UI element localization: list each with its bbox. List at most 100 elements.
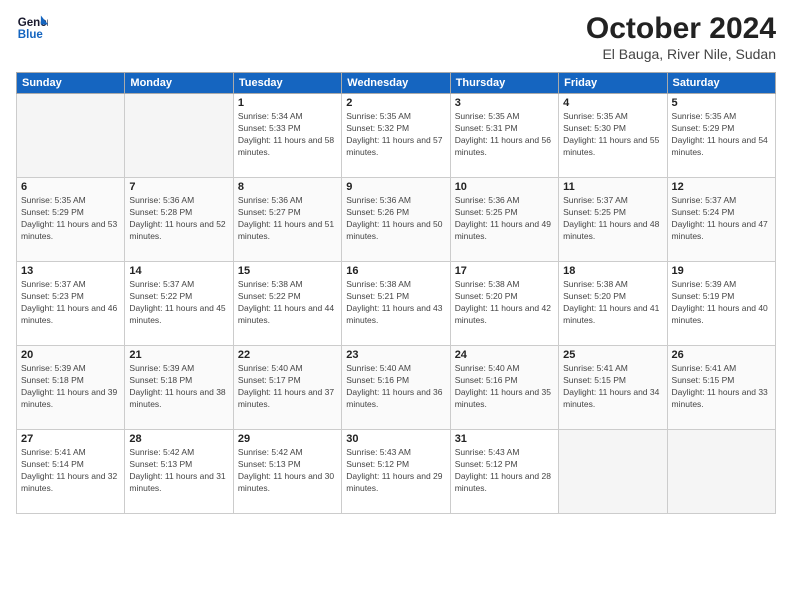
day-number: 26: [672, 349, 771, 361]
day-info: Sunrise: 5:37 AM Sunset: 5:22 PM Dayligh…: [129, 279, 228, 327]
col-thursday: Thursday: [450, 73, 558, 94]
day-info: Sunrise: 5:40 AM Sunset: 5:17 PM Dayligh…: [238, 363, 337, 411]
day-info: Sunrise: 5:37 AM Sunset: 5:25 PM Dayligh…: [563, 195, 662, 243]
day-number: 2: [346, 97, 445, 109]
table-row: 12 Sunrise: 5:37 AM Sunset: 5:24 PM Dayli…: [667, 178, 775, 262]
day-number: 25: [563, 349, 662, 361]
table-row: 5 Sunrise: 5:35 AM Sunset: 5:29 PM Daylig…: [667, 94, 775, 178]
day-info: Sunrise: 5:43 AM Sunset: 5:12 PM Dayligh…: [455, 447, 554, 495]
table-row: 26 Sunrise: 5:41 AM Sunset: 5:15 PM Dayli…: [667, 346, 775, 430]
day-number: 12: [672, 181, 771, 193]
table-row: 19 Sunrise: 5:39 AM Sunset: 5:19 PM Dayli…: [667, 262, 775, 346]
col-friday: Friday: [559, 73, 667, 94]
calendar-header-row: Sunday Monday Tuesday Wednesday Thursday…: [17, 73, 776, 94]
day-info: Sunrise: 5:36 AM Sunset: 5:28 PM Dayligh…: [129, 195, 228, 243]
col-wednesday: Wednesday: [342, 73, 450, 94]
table-row: [667, 430, 775, 514]
day-number: 21: [129, 349, 228, 361]
table-row: 7 Sunrise: 5:36 AM Sunset: 5:28 PM Daylig…: [125, 178, 233, 262]
table-row: 16 Sunrise: 5:38 AM Sunset: 5:21 PM Dayli…: [342, 262, 450, 346]
col-tuesday: Tuesday: [233, 73, 341, 94]
day-number: 15: [238, 265, 337, 277]
day-number: 30: [346, 433, 445, 445]
month-title: October 2024: [586, 12, 776, 46]
table-row: 28Sunrise: 5:42 AM Sunset: 5:13 PM Dayli…: [125, 430, 233, 514]
table-row: [17, 94, 125, 178]
day-info: Sunrise: 5:38 AM Sunset: 5:20 PM Dayligh…: [455, 279, 554, 327]
day-info: Sunrise: 5:38 AM Sunset: 5:22 PM Dayligh…: [238, 279, 337, 327]
day-info: Sunrise: 5:36 AM Sunset: 5:25 PM Dayligh…: [455, 195, 554, 243]
logo-icon: General Blue: [16, 12, 48, 44]
day-info: Sunrise: 5:38 AM Sunset: 5:21 PM Dayligh…: [346, 279, 445, 327]
table-row: 18 Sunrise: 5:38 AM Sunset: 5:20 PM Dayli…: [559, 262, 667, 346]
table-row: 17 Sunrise: 5:38 AM Sunset: 5:20 PM Dayli…: [450, 262, 558, 346]
day-info: Sunrise: 5:41 AM Sunset: 5:15 PM Dayligh…: [672, 363, 771, 411]
col-monday: Monday: [125, 73, 233, 94]
day-number: 5: [672, 97, 771, 109]
table-row: 1 Sunrise: 5:34 AM Sunset: 5:33 PM Daylig…: [233, 94, 341, 178]
day-info: Sunrise: 5:35 AM Sunset: 5:32 PM Dayligh…: [346, 111, 445, 159]
table-row: [125, 94, 233, 178]
day-info: Sunrise: 5:39 AM Sunset: 5:18 PM Dayligh…: [129, 363, 228, 411]
day-number: 8: [238, 181, 337, 193]
day-number: 1: [238, 97, 337, 109]
table-row: 14Sunrise: 5:37 AM Sunset: 5:22 PM Dayli…: [125, 262, 233, 346]
day-info: Sunrise: 5:39 AM Sunset: 5:19 PM Dayligh…: [672, 279, 771, 327]
title-block: October 2024 El Bauga, River Nile, Sudan: [586, 12, 776, 62]
day-number: 31: [455, 433, 554, 445]
table-row: 27 Sunrise: 5:41 AM Sunset: 5:14 PM Dayli…: [17, 430, 125, 514]
table-row: 11 Sunrise: 5:37 AM Sunset: 5:25 PM Dayli…: [559, 178, 667, 262]
day-info: Sunrise: 5:35 AM Sunset: 5:29 PM Dayligh…: [672, 111, 771, 159]
table-row: 9Sunrise: 5:36 AM Sunset: 5:26 PM Daylig…: [342, 178, 450, 262]
day-info: Sunrise: 5:41 AM Sunset: 5:14 PM Dayligh…: [21, 447, 120, 495]
day-info: Sunrise: 5:35 AM Sunset: 5:31 PM Dayligh…: [455, 111, 554, 159]
col-sunday: Sunday: [17, 73, 125, 94]
day-info: Sunrise: 5:40 AM Sunset: 5:16 PM Dayligh…: [455, 363, 554, 411]
day-number: 13: [21, 265, 120, 277]
day-info: Sunrise: 5:37 AM Sunset: 5:23 PM Dayligh…: [21, 279, 120, 327]
table-row: 20Sunrise: 5:39 AM Sunset: 5:18 PM Dayli…: [17, 346, 125, 430]
table-row: 31 Sunrise: 5:43 AM Sunset: 5:12 PM Dayli…: [450, 430, 558, 514]
table-row: 24 Sunrise: 5:40 AM Sunset: 5:16 PM Dayli…: [450, 346, 558, 430]
day-number: 10: [455, 181, 554, 193]
day-number: 23: [346, 349, 445, 361]
table-row: 6 Sunrise: 5:35 AM Sunset: 5:29 PM Daylig…: [17, 178, 125, 262]
day-info: Sunrise: 5:37 AM Sunset: 5:24 PM Dayligh…: [672, 195, 771, 243]
day-number: 7: [129, 181, 228, 193]
calendar: Sunday Monday Tuesday Wednesday Thursday…: [16, 72, 776, 514]
day-info: Sunrise: 5:35 AM Sunset: 5:29 PM Dayligh…: [21, 195, 120, 243]
day-number: 18: [563, 265, 662, 277]
day-info: Sunrise: 5:43 AM Sunset: 5:12 PM Dayligh…: [346, 447, 445, 495]
table-row: 23 Sunrise: 5:40 AM Sunset: 5:16 PM Dayli…: [342, 346, 450, 430]
table-row: 22 Sunrise: 5:40 AM Sunset: 5:17 PM Dayli…: [233, 346, 341, 430]
day-info: Sunrise: 5:36 AM Sunset: 5:26 PM Dayligh…: [346, 195, 445, 243]
day-info: Sunrise: 5:38 AM Sunset: 5:20 PM Dayligh…: [563, 279, 662, 327]
day-number: 27: [21, 433, 120, 445]
day-number: 29: [238, 433, 337, 445]
location: El Bauga, River Nile, Sudan: [586, 46, 776, 62]
day-number: 24: [455, 349, 554, 361]
day-number: 3: [455, 97, 554, 109]
table-row: 8Sunrise: 5:36 AM Sunset: 5:27 PM Daylig…: [233, 178, 341, 262]
table-row: 29 Sunrise: 5:42 AM Sunset: 5:13 PM Dayli…: [233, 430, 341, 514]
day-number: 11: [563, 181, 662, 193]
day-number: 20: [21, 349, 120, 361]
day-number: 22: [238, 349, 337, 361]
table-row: 21 Sunrise: 5:39 AM Sunset: 5:18 PM Dayli…: [125, 346, 233, 430]
svg-text:Blue: Blue: [18, 29, 44, 41]
day-info: Sunrise: 5:34 AM Sunset: 5:33 PM Dayligh…: [238, 111, 337, 159]
day-info: Sunrise: 5:40 AM Sunset: 5:16 PM Dayligh…: [346, 363, 445, 411]
day-number: 6: [21, 181, 120, 193]
header: General Blue October 2024 El Bauga, Rive…: [16, 12, 776, 62]
logo: General Blue: [16, 12, 52, 44]
col-saturday: Saturday: [667, 73, 775, 94]
table-row: [559, 430, 667, 514]
day-info: Sunrise: 5:42 AM Sunset: 5:13 PM Dayligh…: [238, 447, 337, 495]
day-info: Sunrise: 5:42 AM Sunset: 5:13 PM Dayligh…: [129, 447, 228, 495]
day-number: 19: [672, 265, 771, 277]
page: General Blue October 2024 El Bauga, Rive…: [0, 0, 792, 612]
day-number: 17: [455, 265, 554, 277]
table-row: 25Sunrise: 5:41 AM Sunset: 5:15 PM Dayli…: [559, 346, 667, 430]
day-number: 16: [346, 265, 445, 277]
day-info: Sunrise: 5:35 AM Sunset: 5:30 PM Dayligh…: [563, 111, 662, 159]
